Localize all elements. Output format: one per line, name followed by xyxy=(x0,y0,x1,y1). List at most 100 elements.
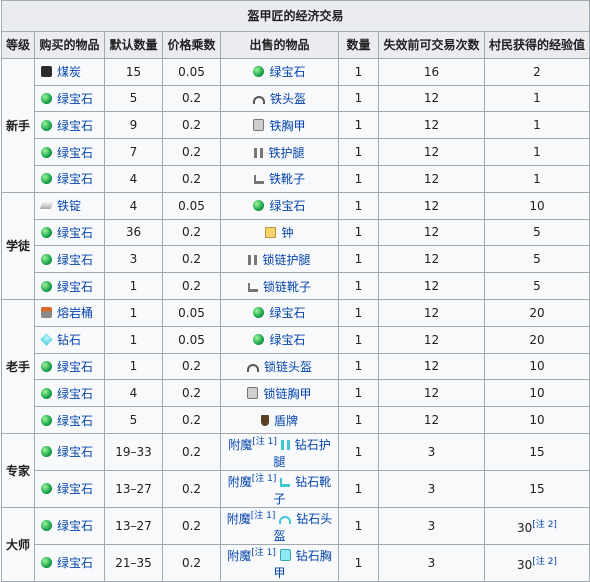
villager-xp: 1 xyxy=(484,84,590,113)
table-row: 绿宝石 9 0.2 铁胸甲 1 12 1 xyxy=(2,111,590,140)
buy-item-cell: 绿宝石 xyxy=(34,138,105,166)
xp-value: 1 xyxy=(533,145,541,160)
level-label: 新手 xyxy=(1,57,35,193)
enchanted-link[interactable]: 附魔 xyxy=(227,512,251,526)
buy-item-link[interactable]: 煤炭 xyxy=(57,65,81,79)
col-sell-item: 出售的物品 xyxy=(220,31,339,59)
buy-item-link[interactable]: 绿宝石 xyxy=(57,387,93,401)
footnote-ref[interactable]: [注 2] xyxy=(532,520,557,530)
villager-xp: 10 xyxy=(484,352,590,381)
sell-item-link[interactable]: 锁链靴子 xyxy=(263,280,311,294)
sell-item-link[interactable]: 盾牌 xyxy=(274,414,298,428)
buy-item-link[interactable]: 绿宝石 xyxy=(57,360,93,374)
footnote-ref[interactable]: [注 1] xyxy=(251,511,276,521)
sell-qty: 1 xyxy=(338,245,379,274)
buy-item-link[interactable]: 绿宝石 xyxy=(57,172,93,186)
sell-item-link[interactable]: 铁护腿 xyxy=(268,146,304,160)
xp-value: 30 xyxy=(517,520,533,535)
enchanted-link[interactable]: 附魔 xyxy=(228,475,252,489)
lava-bucket-icon xyxy=(41,307,52,319)
villager-xp: 5 xyxy=(484,272,590,300)
sell-item-link[interactable]: 绿宝石 xyxy=(269,333,305,347)
sell-item-cell: 铁胸甲 xyxy=(220,111,339,140)
xp-value: 2 xyxy=(533,64,541,79)
buy-item-link[interactable]: 铁锭 xyxy=(57,199,81,213)
enchanted-link[interactable]: 附魔 xyxy=(228,438,252,452)
emerald-icon xyxy=(41,92,52,104)
buy-item-link[interactable]: 绿宝石 xyxy=(57,519,93,533)
buy-item-link[interactable]: 绿宝石 xyxy=(57,92,93,106)
sell-qty: 1 xyxy=(338,84,379,113)
buy-item-link[interactable]: 绿宝石 xyxy=(57,253,93,267)
villager-xp: 15 xyxy=(484,432,590,471)
sell-item-link[interactable]: 铁头盔 xyxy=(270,92,306,106)
max-uses: 12 xyxy=(378,379,485,408)
buy-item-cell: 绿宝石 xyxy=(34,406,105,434)
sell-qty: 1 xyxy=(338,218,379,247)
sell-item-cell: 锁链头盔 xyxy=(220,352,339,381)
buy-item-link[interactable]: 绿宝石 xyxy=(57,119,93,133)
sell-item-cell: 绿宝石 xyxy=(220,191,339,220)
default-qty: 7 xyxy=(104,138,163,166)
emerald-icon xyxy=(253,334,265,346)
sell-item-link[interactable]: 铁胸甲 xyxy=(269,119,305,133)
buy-item-cell: 绿宝石 xyxy=(34,379,105,408)
price-multiplier: 0.2 xyxy=(162,111,221,140)
sell-item-link[interactable]: 铁靴子 xyxy=(269,172,305,186)
emerald-icon xyxy=(41,414,52,426)
villager-xp: 10 xyxy=(484,406,590,434)
header-row: 等级 购买的物品 默认数量 价格乘数 出售的物品 数量 失效前可交易次数 村民获… xyxy=(1,31,590,59)
buy-item-link[interactable]: 绿宝石 xyxy=(57,146,93,160)
max-uses: 12 xyxy=(378,111,485,140)
sell-item-link[interactable]: 锁链护腿 xyxy=(262,253,310,267)
buy-item-cell: 绿宝石 xyxy=(34,543,105,582)
sell-qty: 1 xyxy=(338,432,379,471)
buy-item-link[interactable]: 绿宝石 xyxy=(57,280,93,294)
footnote-ref[interactable]: [注 1] xyxy=(251,548,276,558)
villager-xp: 1 xyxy=(484,111,590,140)
default-qty: 5 xyxy=(104,406,163,434)
buy-item-link[interactable]: 绿宝石 xyxy=(57,556,93,570)
col-sell-qty: 数量 xyxy=(338,31,379,59)
sell-item-link[interactable]: 钟 xyxy=(281,226,293,240)
footnote-ref[interactable]: [注 1] xyxy=(252,474,277,484)
sell-item-cell: 铁靴子 xyxy=(220,164,339,193)
buy-item-link[interactable]: 钻石 xyxy=(57,333,81,347)
sell-item-cell: 附魔[注 1] 钻石护腿 xyxy=(220,432,339,471)
max-uses: 12 xyxy=(378,164,485,193)
emerald-icon xyxy=(41,520,52,532)
default-qty: 5 xyxy=(104,84,163,113)
villager-xp: 20 xyxy=(484,298,590,327)
footnote-ref[interactable]: [注 2] xyxy=(532,557,557,567)
buy-item-link[interactable]: 绿宝石 xyxy=(57,445,93,459)
table-row: 绿宝石 36 0.2 钟 1 12 5 xyxy=(2,218,590,247)
xp-value: 10 xyxy=(529,413,545,428)
emerald-icon xyxy=(41,483,52,495)
sell-item-link[interactable]: 绿宝石 xyxy=(269,199,305,213)
emerald-icon xyxy=(41,280,52,292)
price-multiplier: 0.2 xyxy=(162,469,221,508)
sell-qty: 1 xyxy=(338,543,379,582)
buy-item-link[interactable]: 绿宝石 xyxy=(57,482,93,496)
buy-item-link[interactable]: 绿宝石 xyxy=(57,414,93,428)
buy-item-cell: 绿宝石 xyxy=(34,218,105,247)
sell-qty: 1 xyxy=(338,506,379,545)
xp-value: 1 xyxy=(533,171,541,186)
xp-value: 1 xyxy=(533,91,541,106)
buy-item-link[interactable]: 熔岩桶 xyxy=(57,306,93,320)
sell-item-link[interactable]: 绿宝石 xyxy=(269,65,305,79)
xp-value: 10 xyxy=(529,198,545,213)
sell-item-cell: 盾牌 xyxy=(220,406,339,434)
villager-xp: 10 xyxy=(484,379,590,408)
default-qty: 1 xyxy=(104,352,163,381)
col-buy-item: 购买的物品 xyxy=(34,31,105,59)
sell-qty: 1 xyxy=(338,325,379,354)
footnote-ref[interactable]: [注 1] xyxy=(252,437,277,447)
sell-item-link[interactable]: 锁链头盔 xyxy=(264,360,312,374)
sell-item-link[interactable]: 锁链胸甲 xyxy=(263,387,311,401)
max-uses: 3 xyxy=(378,506,485,545)
sell-item-link[interactable]: 绿宝石 xyxy=(269,306,305,320)
enchanted-link[interactable]: 附魔 xyxy=(227,549,251,563)
emerald-icon xyxy=(253,200,265,212)
buy-item-link[interactable]: 绿宝石 xyxy=(57,226,93,240)
